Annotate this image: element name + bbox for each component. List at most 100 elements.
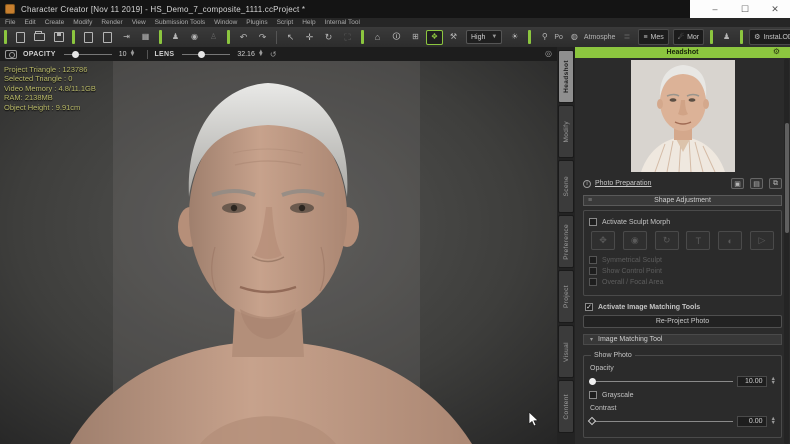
grayscale-label: Grayscale bbox=[602, 391, 634, 399]
import-file-icon[interactable] bbox=[80, 30, 97, 45]
minimize-button[interactable]: – bbox=[700, 0, 730, 18]
reproject-photo-button[interactable]: Re-Project Photo bbox=[583, 315, 782, 328]
opacity-slider[interactable] bbox=[63, 50, 112, 58]
symmetrical-sculpt-label: Symmetrical Sculpt bbox=[602, 256, 662, 264]
sculpt-tools-row: ✥ ◉ ↻ T ◐ ▷ bbox=[591, 231, 774, 250]
photo-opacity-slider[interactable] bbox=[589, 378, 733, 385]
toolbar-separator bbox=[710, 30, 714, 44]
viewport-stats: Project Triangle : 123786 Selected Trian… bbox=[4, 65, 96, 112]
maximize-button[interactable]: ☐ bbox=[730, 0, 760, 18]
contrast-slider[interactable] bbox=[587, 416, 733, 425]
tab-headshot[interactable]: Headshot bbox=[558, 50, 574, 103]
menu-modify[interactable]: Modify bbox=[73, 19, 92, 26]
menu-edit[interactable]: Edit bbox=[24, 19, 35, 26]
bone-edit-icon[interactable]: ⚒ bbox=[445, 30, 462, 45]
contrast-value[interactable]: 0.00 bbox=[736, 416, 767, 427]
add-character-icon[interactable]: ♟ bbox=[718, 30, 735, 45]
mesh-mode-button[interactable]: ≡ Mes bbox=[638, 29, 669, 45]
toolbar-divider bbox=[276, 30, 277, 44]
menu-create[interactable]: Create bbox=[45, 19, 65, 26]
menu-window[interactable]: Window bbox=[214, 19, 237, 26]
info-panel-icon[interactable]: 🛈 bbox=[388, 30, 405, 45]
photo-opacity-value[interactable]: 10.00 bbox=[736, 376, 767, 387]
morph-mode-button[interactable]: ☄ Mor bbox=[672, 29, 705, 45]
atmosphere-label: Atmosphe bbox=[583, 33, 616, 41]
lens-reset-icon[interactable]: ↺ bbox=[270, 50, 277, 59]
toolbar-separator bbox=[4, 30, 7, 44]
instalod-button[interactable]: ⚙ InstaLOD ▾ bbox=[749, 29, 790, 45]
tab-scene[interactable]: Scene bbox=[558, 160, 574, 213]
activate-sculpt-morph-row[interactable]: Activate Sculpt Morph bbox=[589, 218, 776, 226]
export-file-icon[interactable] bbox=[99, 30, 116, 45]
photo-preparation-link[interactable]: Photo Preparation bbox=[595, 180, 651, 187]
photo-opacity-stepper[interactable]: ▲ ▼ bbox=[771, 376, 776, 385]
grayscale-row[interactable]: Grayscale bbox=[589, 391, 776, 399]
activate-image-matching-checkbox[interactable]: ✓ bbox=[585, 303, 593, 311]
lighting-icon[interactable]: ☀ bbox=[506, 30, 523, 45]
instalod-label: InstaLOD bbox=[763, 33, 790, 41]
grayscale-checkbox[interactable] bbox=[589, 391, 597, 399]
rotate-tool-icon[interactable]: ↻ bbox=[320, 30, 337, 45]
opacity-stepper[interactable]: ▲ ▼ bbox=[130, 49, 136, 58]
menu-file[interactable]: File bbox=[5, 19, 15, 26]
sculpt-mirror-button: ◐ bbox=[718, 231, 743, 250]
character-c-icon: ♙ bbox=[209, 32, 218, 41]
save-image-icon[interactable]: ▤ bbox=[750, 178, 763, 189]
activate-sculpt-morph-checkbox[interactable] bbox=[589, 218, 597, 226]
show-control-point-checkbox bbox=[589, 267, 597, 275]
open-project-icon[interactable] bbox=[31, 30, 48, 45]
tab-modify[interactable]: Modify bbox=[558, 105, 574, 158]
character-b-icon[interactable]: ◉ bbox=[186, 30, 203, 45]
stat-video-memory: Video Memory : 4.8/11.1GB bbox=[4, 83, 96, 93]
save-project-icon[interactable] bbox=[50, 30, 67, 45]
sculpt-move-button: ✥ bbox=[591, 231, 615, 250]
morph-mode-label: Mor bbox=[687, 33, 700, 41]
pose-icon[interactable]: ⚲ bbox=[536, 30, 553, 45]
close-button[interactable]: ✕ bbox=[760, 0, 790, 18]
viewport-options-icon[interactable]: ◎ bbox=[545, 49, 552, 58]
viewport-3d[interactable]: OPACITY 10 ▲ ▼ LENS 32.16 ▲ ▼ ↺ ◎ Project … bbox=[0, 47, 557, 444]
menu-internal-tool[interactable]: Internal Tool bbox=[325, 19, 360, 26]
opacity-label: Opacity bbox=[590, 365, 614, 372]
redo-icon[interactable]: ↷ bbox=[254, 30, 271, 45]
tab-visual[interactable]: Visual bbox=[558, 325, 574, 378]
new-project-icon[interactable] bbox=[12, 30, 29, 45]
menu-help[interactable]: Help bbox=[302, 19, 315, 26]
quality-dropdown[interactable]: High ▼ bbox=[466, 30, 503, 44]
frame-object-icon[interactable]: ⊞ bbox=[407, 30, 424, 45]
menu-script[interactable]: Script bbox=[277, 19, 294, 26]
mouse-cursor bbox=[528, 411, 539, 427]
contrast-stepper[interactable]: ▲ ▼ bbox=[771, 416, 776, 425]
stat-ram: RAM: 2138MB bbox=[4, 93, 53, 103]
contrast-label: Contrast bbox=[590, 405, 617, 412]
tab-preference[interactable]: Preference bbox=[558, 215, 574, 268]
move-tool-icon[interactable]: ✛ bbox=[301, 30, 318, 45]
atmosphere-icon[interactable]: ◍ bbox=[566, 30, 583, 45]
menu-render[interactable]: Render bbox=[101, 19, 122, 26]
gear-icon[interactable]: ⚙ bbox=[773, 47, 780, 56]
panel-scrollbar-thumb[interactable] bbox=[784, 123, 789, 233]
lens-slider[interactable] bbox=[182, 50, 231, 58]
tab-content[interactable]: Content bbox=[558, 380, 574, 433]
character-a-icon[interactable]: ♟ bbox=[167, 30, 184, 45]
home-camera-icon[interactable]: ⌂ bbox=[369, 30, 386, 45]
load-image-icon[interactable]: ▣ bbox=[731, 178, 744, 189]
select-tool-icon[interactable]: ↖ bbox=[282, 30, 299, 45]
undo-icon[interactable]: ↶ bbox=[235, 30, 252, 45]
pivot-display-icon[interactable]: ❖ bbox=[426, 29, 443, 45]
panel-scrollbar[interactable] bbox=[784, 59, 789, 444]
shape-adjustment-header[interactable]: ≡ Shape Adjustment bbox=[583, 195, 782, 206]
render-image-icon[interactable]: ▦ bbox=[137, 30, 154, 45]
camera-icon[interactable] bbox=[5, 49, 17, 59]
activate-sculpt-morph-label: Activate Sculpt Morph bbox=[602, 218, 671, 226]
constraint-icon: ≣ bbox=[623, 32, 631, 41]
send-file-icon[interactable]: ⇥ bbox=[118, 30, 135, 45]
tab-project[interactable]: Project bbox=[558, 270, 574, 323]
sync-image-icon[interactable]: ⧉ bbox=[769, 178, 782, 189]
activate-image-matching-row[interactable]: ✓ Activate Image Matching Tools bbox=[585, 303, 782, 311]
menu-view[interactable]: View bbox=[132, 19, 146, 26]
menu-plugins[interactable]: Plugins bbox=[246, 19, 267, 26]
image-matching-tool-header[interactable]: ▾ Image Matching Tool bbox=[583, 334, 782, 345]
menu-submission-tools[interactable]: Submission Tools bbox=[155, 19, 205, 26]
lens-stepper[interactable]: ▲ ▼ bbox=[258, 49, 264, 58]
